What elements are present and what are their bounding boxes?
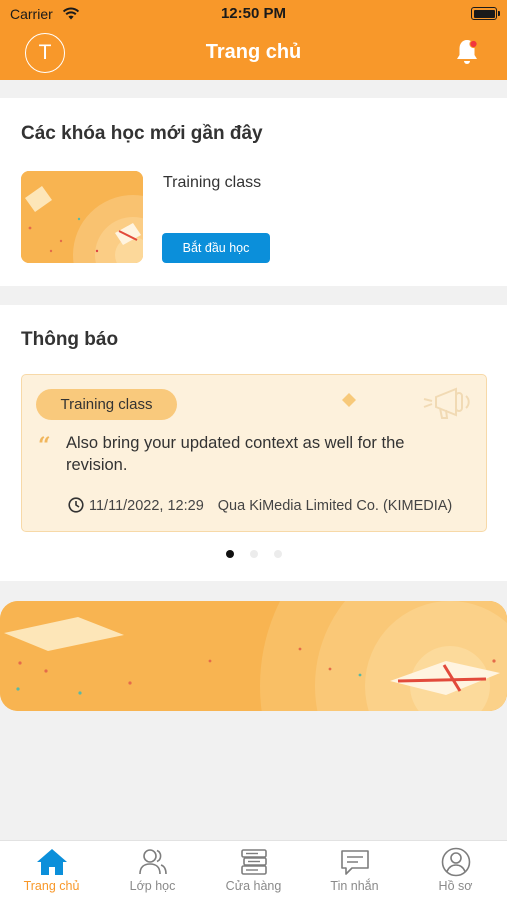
clock-time: 12:50 PM	[220, 5, 287, 22]
announcement-sender: Qua KiMedia Limited Co. (KIMEDIA)	[217, 498, 453, 514]
home-icon	[36, 849, 67, 875]
announcement-tag: Training class	[36, 389, 177, 420]
start-learning-button[interactable]: Bắt đầu học	[162, 233, 270, 263]
announcements-title: Thông báo	[21, 329, 119, 350]
profile-icon	[441, 847, 470, 877]
bottom-tab-bar: Trang chủ Lớp học Cửa hàng Tin nhắn Hồ s…	[0, 840, 507, 900]
banner-illustration	[0, 601, 507, 711]
course-thumbnail[interactable]	[21, 171, 143, 263]
tab-label: Hồ sơ	[438, 879, 473, 893]
announcements-section: Thông báo Training class “ Also bring yo…	[0, 305, 507, 581]
message-icon	[340, 850, 369, 875]
bell-icon[interactable]	[455, 38, 479, 66]
announcement-message: Also bring your updated context as well …	[66, 434, 405, 474]
tab-classes[interactable]: Lớp học	[102, 847, 203, 893]
tab-profile[interactable]: Hồ sơ	[405, 847, 506, 893]
carousel-pagination	[0, 545, 507, 563]
tab-label: Tin nhắn	[330, 879, 379, 893]
quote-icon: “	[38, 433, 51, 459]
pagination-dot[interactable]	[249, 550, 258, 558]
announcement-meta: 11/11/2022, 12:29 Qua KiMedia Limited Co.…	[68, 497, 452, 514]
tab-store[interactable]: Cửa hàng	[203, 847, 304, 893]
clock-icon	[68, 497, 84, 513]
announcement-card[interactable]: Training class “ Also bring your updated…	[21, 374, 487, 532]
announcement-datetime: 11/11/2022, 12:29	[89, 498, 204, 514]
sparkle-decoration	[342, 393, 356, 407]
page-title: Trang chủ	[205, 41, 302, 63]
app-header: Carrier 12:50 PM T Trang chủ	[0, 0, 507, 80]
course-name[interactable]: Training class	[163, 174, 261, 192]
recent-courses-title: Các khóa học mới gần đây	[21, 123, 263, 144]
battery-icon	[471, 7, 500, 20]
recent-courses-section: Các khóa học mới gần đây Training class …	[0, 98, 507, 286]
pagination-dot[interactable]	[225, 550, 234, 558]
course-illustration	[21, 171, 143, 263]
users-icon	[138, 849, 167, 875]
status-bar: Carrier 12:50 PM	[0, 4, 507, 26]
books-icon	[240, 849, 267, 875]
tab-home[interactable]: Trang chủ	[1, 847, 102, 893]
tab-label: Trang chủ	[23, 879, 80, 893]
tab-label: Cửa hàng	[225, 879, 282, 893]
tab-label: Lớp học	[129, 879, 176, 893]
megaphone-icon	[423, 387, 470, 419]
pagination-dot[interactable]	[273, 550, 282, 558]
tab-messages[interactable]: Tin nhắn	[304, 847, 405, 893]
promo-banner[interactable]	[0, 601, 507, 711]
